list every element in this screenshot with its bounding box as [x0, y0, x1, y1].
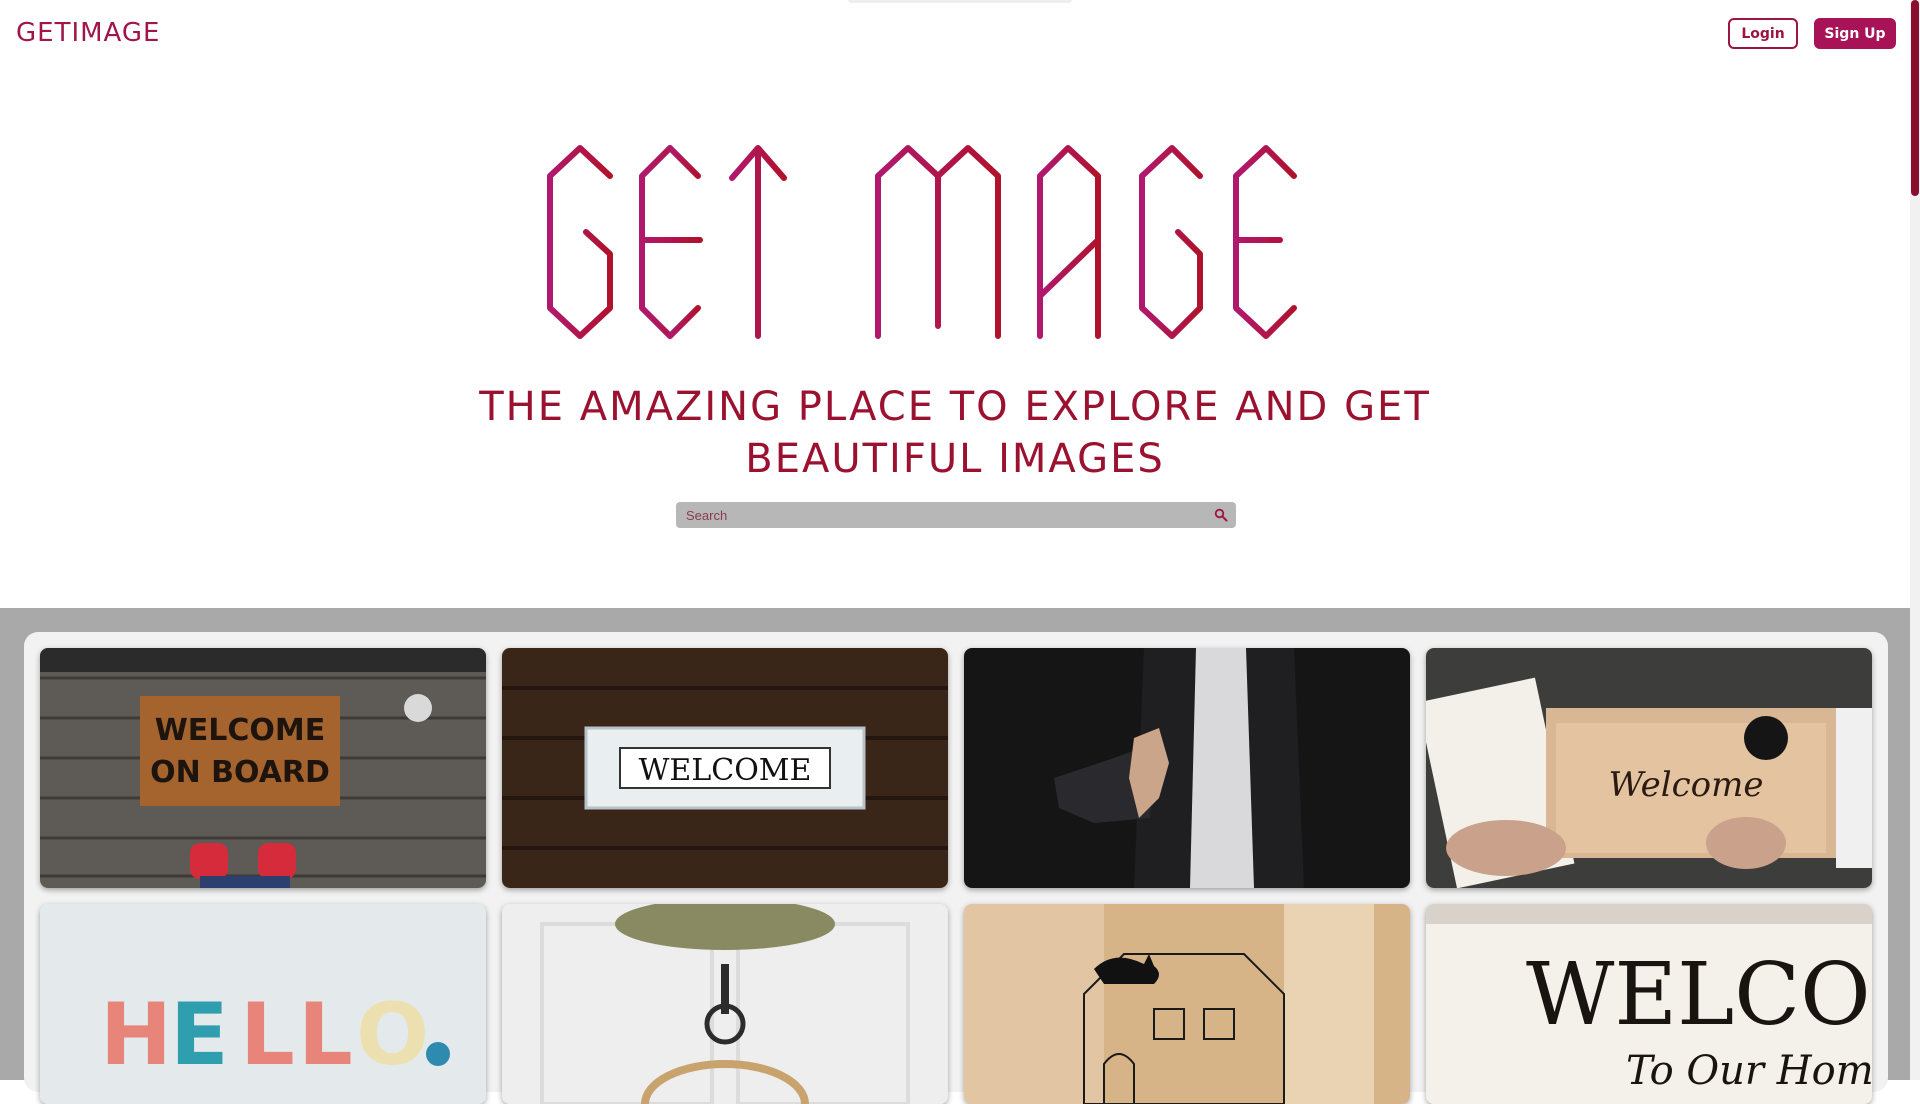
welcome-calligraphy-image: Welcome [1426, 648, 1872, 888]
svg-text:WELCOME: WELCOME [639, 753, 812, 788]
gallery-image-handshake-offer[interactable] [964, 648, 1410, 888]
brand-logo[interactable]: GETIMAGE [16, 18, 160, 48]
search-icon[interactable] [1206, 502, 1236, 528]
welcome-doormat-image: WELCOME ON BOARD [40, 648, 486, 888]
search-input[interactable] [676, 502, 1206, 528]
svg-text:Welcome: Welcome [1608, 765, 1763, 805]
gallery-image-welcome-sign-wood[interactable]: WELCOME [502, 648, 948, 888]
gallery-image-welcome-to-our-home-sign[interactable]: WELCOME To Our Home [1426, 904, 1872, 1104]
hello-clay-letters-image: H E L L O [40, 904, 486, 1104]
svg-text:WELCOME: WELCOME [1526, 945, 1872, 1045]
handshake-offer-image [964, 648, 1410, 888]
hero-tagline: THE AMAZING PLACE TO EXPLORE AND GET BEA… [479, 384, 1431, 482]
hero-logo [547, 145, 1297, 339]
gallery-image-hello-clay-letters[interactable]: H E L L O [40, 904, 486, 1104]
svg-text:L: L [240, 985, 305, 1085]
cat-house-drawing-image [964, 904, 1410, 1104]
svg-text:WELCOME: WELCOME [155, 713, 326, 748]
signup-button[interactable]: Sign Up [1814, 18, 1896, 49]
svg-text:ON BOARD: ON BOARD [150, 755, 330, 790]
search-bar [676, 502, 1236, 528]
top-navigation-bar: GETIMAGE Login Sign Up [0, 0, 1910, 66]
page-scrollbar-thumb[interactable] [1911, 0, 1919, 196]
gallery-image-welcome-calligraphy[interactable]: Welcome [1426, 648, 1872, 888]
welcome-to-our-home-sign-image: WELCOME To Our Home [1426, 904, 1872, 1104]
svg-text:E: E [170, 985, 239, 1085]
svg-text:O: O [356, 985, 439, 1085]
login-button[interactable]: Login [1728, 18, 1798, 49]
white-door-wreath-image [502, 904, 948, 1104]
hero-section: THE AMAZING PLACE TO EXPLORE AND GET BEA… [0, 66, 1910, 608]
gallery-image-welcome-doormat[interactable]: WELCOME ON BOARD [40, 648, 486, 888]
svg-text:L: L [298, 985, 363, 1085]
gallery-image-white-door-wreath[interactable] [502, 904, 948, 1104]
svg-text:To Our Home: To Our Home [1626, 1048, 1872, 1094]
top-tab-handle [848, 0, 1072, 3]
gallery-image-cat-house-drawing[interactable] [964, 904, 1410, 1104]
welcome-sign-wood-image: WELCOME [502, 648, 948, 888]
